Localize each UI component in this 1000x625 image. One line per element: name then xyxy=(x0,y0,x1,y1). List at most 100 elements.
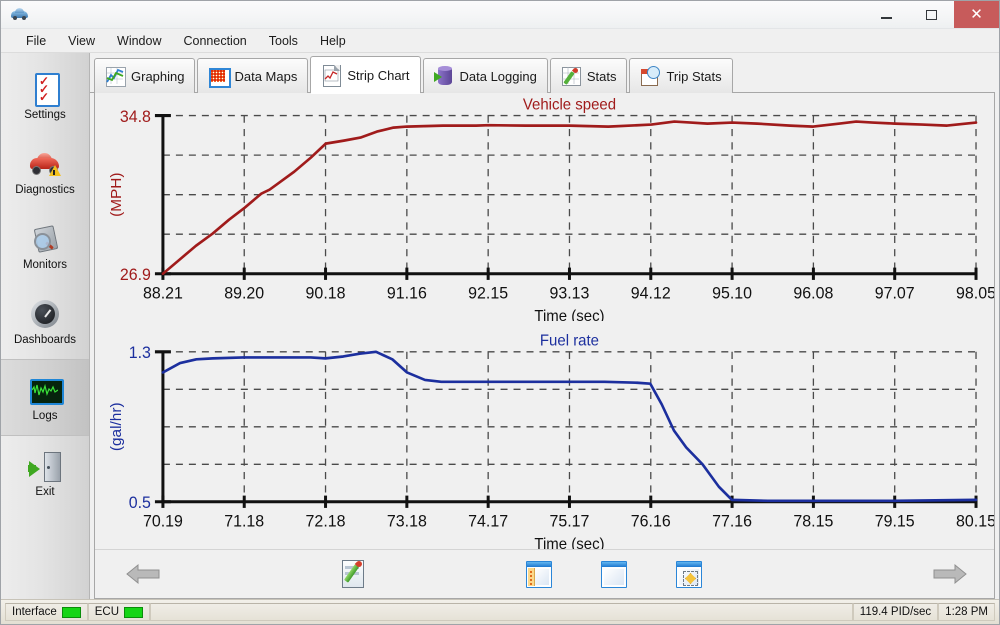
svg-text:79.15: 79.15 xyxy=(875,512,915,530)
svg-text:73.18: 73.18 xyxy=(387,512,427,530)
close-icon: ✕ xyxy=(970,7,983,22)
status-ecu-label: ECU xyxy=(95,606,119,618)
window-sidebar-icon xyxy=(526,561,552,588)
svg-text:92.15: 92.15 xyxy=(468,284,508,302)
autoscale-button[interactable] xyxy=(673,559,703,589)
database-icon xyxy=(434,66,454,86)
minimize-button[interactable] xyxy=(864,1,909,28)
sidebar-item-label: Logs xyxy=(33,410,58,422)
svg-text:97.07: 97.07 xyxy=(875,284,915,302)
menu-tools[interactable]: Tools xyxy=(258,31,309,51)
tab-trip-stats[interactable]: Trip Stats xyxy=(629,58,732,93)
svg-text:75.17: 75.17 xyxy=(549,512,589,530)
svg-text:1.3: 1.3 xyxy=(129,344,151,362)
clipboard-check-icon: ✓✓✓ xyxy=(28,72,62,106)
window-plain-icon xyxy=(601,561,627,588)
svg-text:26.9: 26.9 xyxy=(120,266,151,284)
status-bar: Interface ECU 119.4 PID/sec 1:28 PM xyxy=(1,599,999,624)
tab-label: Trip Stats xyxy=(666,69,721,84)
menu-help[interactable]: Help xyxy=(309,31,357,51)
sidebar-item-logs[interactable]: Logs xyxy=(1,359,89,436)
chart-vehicle-speed[interactable]: Vehicle speed34.826.9(MPH)88.2189.2090.1… xyxy=(95,93,994,321)
next-button[interactable] xyxy=(930,558,970,590)
window-move-icon xyxy=(676,561,702,588)
tab-data-maps[interactable]: Data Maps xyxy=(197,58,308,93)
tab-label: Strip Chart xyxy=(347,68,409,83)
content-pane: Graphing Data Maps xyxy=(90,53,999,599)
chart-toolbar xyxy=(95,549,994,598)
svg-text:(MPH): (MPH) xyxy=(108,172,125,216)
svg-text:74.17: 74.17 xyxy=(468,512,508,530)
tab-strip-chart[interactable]: Strip Chart xyxy=(310,56,420,93)
hide-panel-button[interactable] xyxy=(598,559,628,589)
sidebar-item-label: Monitors xyxy=(23,259,67,271)
grid-pencil-icon xyxy=(561,66,581,86)
previous-button[interactable] xyxy=(123,558,163,590)
svg-text:76.16: 76.16 xyxy=(631,512,671,530)
sidebar: ✓✓✓ Settings Diagnostics Monitors xyxy=(1,53,90,599)
status-message xyxy=(150,603,853,621)
svg-text:91.16: 91.16 xyxy=(387,284,427,302)
application-window: ✕ File View Window Connection Tools Help… xyxy=(0,0,1000,625)
svg-text:70.19: 70.19 xyxy=(143,512,183,530)
menu-file[interactable]: File xyxy=(15,31,57,51)
magnifier-icon xyxy=(28,222,62,256)
interface-led-icon xyxy=(62,607,81,618)
tab-graphing[interactable]: Graphing xyxy=(94,58,195,93)
svg-text:98.05: 98.05 xyxy=(956,284,994,302)
sidebar-item-dashboards[interactable]: Dashboards xyxy=(1,284,89,359)
svg-text:Time (sec): Time (sec) xyxy=(534,536,604,549)
exit-door-icon xyxy=(28,449,62,483)
sidebar-item-monitors[interactable]: Monitors xyxy=(1,209,89,284)
tab-label: Data Maps xyxy=(234,69,297,84)
sidebar-item-label: Settings xyxy=(24,109,66,121)
charts-container: Vehicle speed34.826.9(MPH)88.2189.2090.1… xyxy=(95,93,994,549)
sidebar-item-exit[interactable]: Exit xyxy=(1,436,89,511)
close-button[interactable]: ✕ xyxy=(954,1,999,28)
svg-text:77.16: 77.16 xyxy=(712,512,752,530)
svg-text:Fuel rate: Fuel rate xyxy=(540,332,599,349)
sidebar-item-settings[interactable]: ✓✓✓ Settings xyxy=(1,59,89,134)
menu-connection[interactable]: Connection xyxy=(173,31,258,51)
waveform-icon xyxy=(28,373,62,407)
maximize-button[interactable] xyxy=(909,1,954,28)
svg-text:96.08: 96.08 xyxy=(793,284,833,302)
status-interface-label: Interface xyxy=(12,606,57,618)
svg-text:Vehicle speed: Vehicle speed xyxy=(523,96,616,113)
status-clock: 1:28 PM xyxy=(938,603,995,621)
strip-chart-icon xyxy=(321,65,341,85)
svg-text:72.18: 72.18 xyxy=(306,512,346,530)
tab-label: Stats xyxy=(587,69,617,84)
tab-data-logging[interactable]: Data Logging xyxy=(423,58,548,93)
svg-text:88.21: 88.21 xyxy=(143,284,183,302)
svg-text:93.13: 93.13 xyxy=(549,284,589,302)
svg-text:Time (sec): Time (sec) xyxy=(534,308,604,321)
strip-chart-panel: Vehicle speed34.826.9(MPH)88.2189.2090.1… xyxy=(94,93,995,599)
sidebar-item-label: Exit xyxy=(35,486,54,498)
chart-fuel-rate[interactable]: Fuel rate1.30.5(gal/hr)70.1971.1872.1873… xyxy=(95,321,994,549)
svg-text:78.15: 78.15 xyxy=(793,512,833,530)
window-controls: ✕ xyxy=(864,1,999,28)
sidebar-item-label: Dashboards xyxy=(14,334,76,346)
car-warning-icon xyxy=(28,147,62,181)
sidebar-item-diagnostics[interactable]: Diagnostics xyxy=(1,134,89,209)
menu-view[interactable]: View xyxy=(57,31,106,51)
svg-text:0.5: 0.5 xyxy=(129,494,151,512)
title-bar: ✕ xyxy=(1,1,999,29)
svg-text:90.18: 90.18 xyxy=(306,284,346,302)
tab-stats[interactable]: Stats xyxy=(550,58,628,93)
grid-map-icon xyxy=(208,66,228,86)
main-body: ✓✓✓ Settings Diagnostics Monitors xyxy=(1,53,999,599)
status-pid-rate: 119.4 PID/sec xyxy=(853,603,938,621)
tab-strip: Graphing Data Maps xyxy=(90,53,999,93)
svg-text:34.8: 34.8 xyxy=(120,108,151,126)
svg-text:95.10: 95.10 xyxy=(712,284,752,302)
ecu-led-icon xyxy=(124,607,143,618)
show-legend-panel-button[interactable] xyxy=(523,559,553,589)
edit-properties-button[interactable] xyxy=(338,559,368,589)
menu-window[interactable]: Window xyxy=(106,31,172,51)
svg-text:(gal/hr): (gal/hr) xyxy=(108,402,125,451)
tab-label: Data Logging xyxy=(460,69,537,84)
menu-bar: File View Window Connection Tools Help xyxy=(1,29,999,53)
status-interface: Interface xyxy=(5,603,88,621)
